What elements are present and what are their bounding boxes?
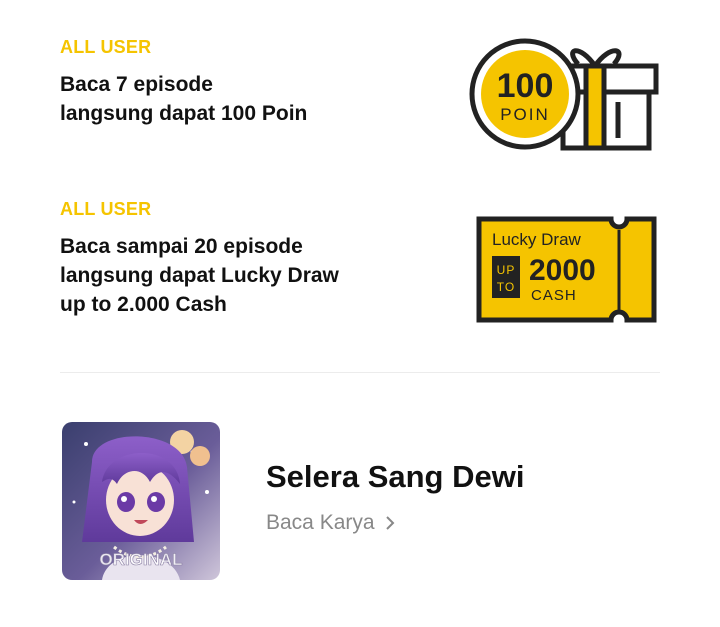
- ticket-to: TO: [497, 280, 515, 294]
- ticket-up: UP: [497, 263, 516, 277]
- promo-item: ALL USER Baca sampai 20 episode langsung…: [60, 198, 700, 338]
- work-card[interactable]: ORIGINAL Selera Sang Dewi Baca Karya: [62, 422, 662, 580]
- promo-item: ALL USER Baca 7 episode langsung dapat 1…: [60, 36, 700, 156]
- coin-value: 100: [497, 67, 554, 105]
- coin-unit: POIN: [500, 105, 550, 124]
- work-title[interactable]: Selera Sang Dewi: [266, 458, 524, 496]
- ticket-title: Lucky Draw: [492, 230, 582, 249]
- coin-gift-icon: 100 POIN: [469, 38, 659, 151]
- ticket-icon: Lucky Draw UP TO 2000 CASH: [476, 216, 657, 323]
- read-work-link[interactable]: Baca Karya: [266, 510, 397, 536]
- chevron-right-icon: [385, 516, 394, 530]
- original-badge: ORIGINAL: [99, 550, 182, 569]
- divider: [60, 372, 660, 373]
- cover-thumbnail[interactable]: ORIGINAL: [62, 422, 220, 580]
- ticket-amount: 2000: [529, 254, 596, 287]
- read-work-label: Baca Karya: [266, 511, 375, 534]
- ticket-unit: CASH: [531, 287, 577, 304]
